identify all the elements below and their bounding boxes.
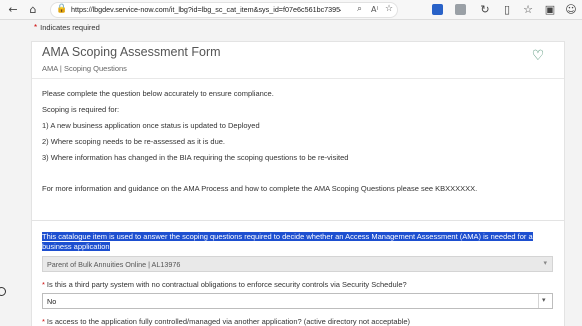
form-title: AMA Scoping Assessment Form (42, 45, 221, 59)
form-subtitle: AMA | Scoping Questions (42, 64, 127, 73)
question-third-party-label: * Is this a third party system with no co… (42, 280, 407, 289)
read-aloud-icon[interactable]: A⁾ (371, 5, 378, 14)
instruction-text: Scoping is required for: (42, 105, 120, 114)
favorite-star-icon[interactable]: ☆ (385, 4, 393, 14)
url-text: https://lbgdev.service-now.com/it_lbg?id… (71, 5, 341, 14)
select-caret-box[interactable]: ▾ (538, 294, 552, 308)
home-icon[interactable]: ⌂ (26, 3, 40, 17)
instruction-text: Please complete the question below accur… (42, 89, 274, 98)
required-star-icon: * (42, 280, 45, 289)
extension-icon[interactable] (455, 4, 466, 15)
search-icon[interactable]: ⌕ (357, 4, 362, 14)
required-star-icon: * (42, 317, 45, 326)
chevron-down-icon: ▾ (542, 296, 546, 304)
address-bar[interactable]: 🔒 https://lbgdev.service-now.com/it_lbg?… (50, 2, 398, 18)
collections-icon[interactable]: ▣ (543, 3, 557, 17)
extension-icon[interactable] (432, 4, 443, 15)
application-value: Parent of Bulk Annuities Online | AL1397… (47, 260, 181, 269)
form-fields-panel: This catalogue item is used to answer th… (31, 221, 565, 326)
required-note: * Indicates required (34, 23, 100, 32)
divider (32, 78, 564, 79)
instruction-text: 2) Where scoping needs to be re-assessed… (42, 137, 226, 146)
required-note-text: Indicates required (40, 23, 100, 32)
split-screen-icon[interactable]: ▯ (500, 3, 514, 17)
lock-icon[interactable]: 🔒 (56, 4, 67, 14)
browser-toolbar: ← ⌂ 🔒 https://lbgdev.service-now.com/it_… (0, 0, 582, 20)
chevron-down-icon: ▾ (543, 259, 547, 267)
required-star-icon: * (34, 23, 38, 32)
third-party-value: No (47, 297, 57, 306)
back-arrow-icon[interactable]: ← (6, 3, 20, 17)
instruction-text: 3) Where information has changed in the … (42, 153, 349, 162)
question-access-text: Is access to the application fully contr… (46, 317, 411, 326)
selected-text: This catalogue item is used to answer th… (42, 232, 533, 251)
application-select[interactable]: Parent of Bulk Annuities Online | AL1397… (42, 256, 553, 272)
form-panel: AMA Scoping Assessment Form AMA | Scopin… (31, 41, 565, 221)
catalogue-description: This catalogue item is used to answer th… (42, 232, 552, 252)
favorite-heart-icon[interactable]: ♡ (530, 48, 546, 64)
edge-circle-icon[interactable] (0, 287, 6, 296)
third-party-select[interactable]: No ▾ (42, 293, 553, 309)
favorites-icon[interactable]: ☆ (521, 3, 535, 17)
refresh-extension-icon[interactable]: ↻ (478, 3, 492, 17)
guidance-text: For more information and guidance on the… (42, 184, 478, 193)
profile-icon[interactable]: ☺ (564, 3, 578, 17)
question-third-party-text: Is this a third party system with no con… (46, 280, 407, 289)
question-access-label: * Is access to the application fully cont… (42, 317, 410, 326)
instruction-text: 1) A new business application once statu… (42, 121, 260, 130)
